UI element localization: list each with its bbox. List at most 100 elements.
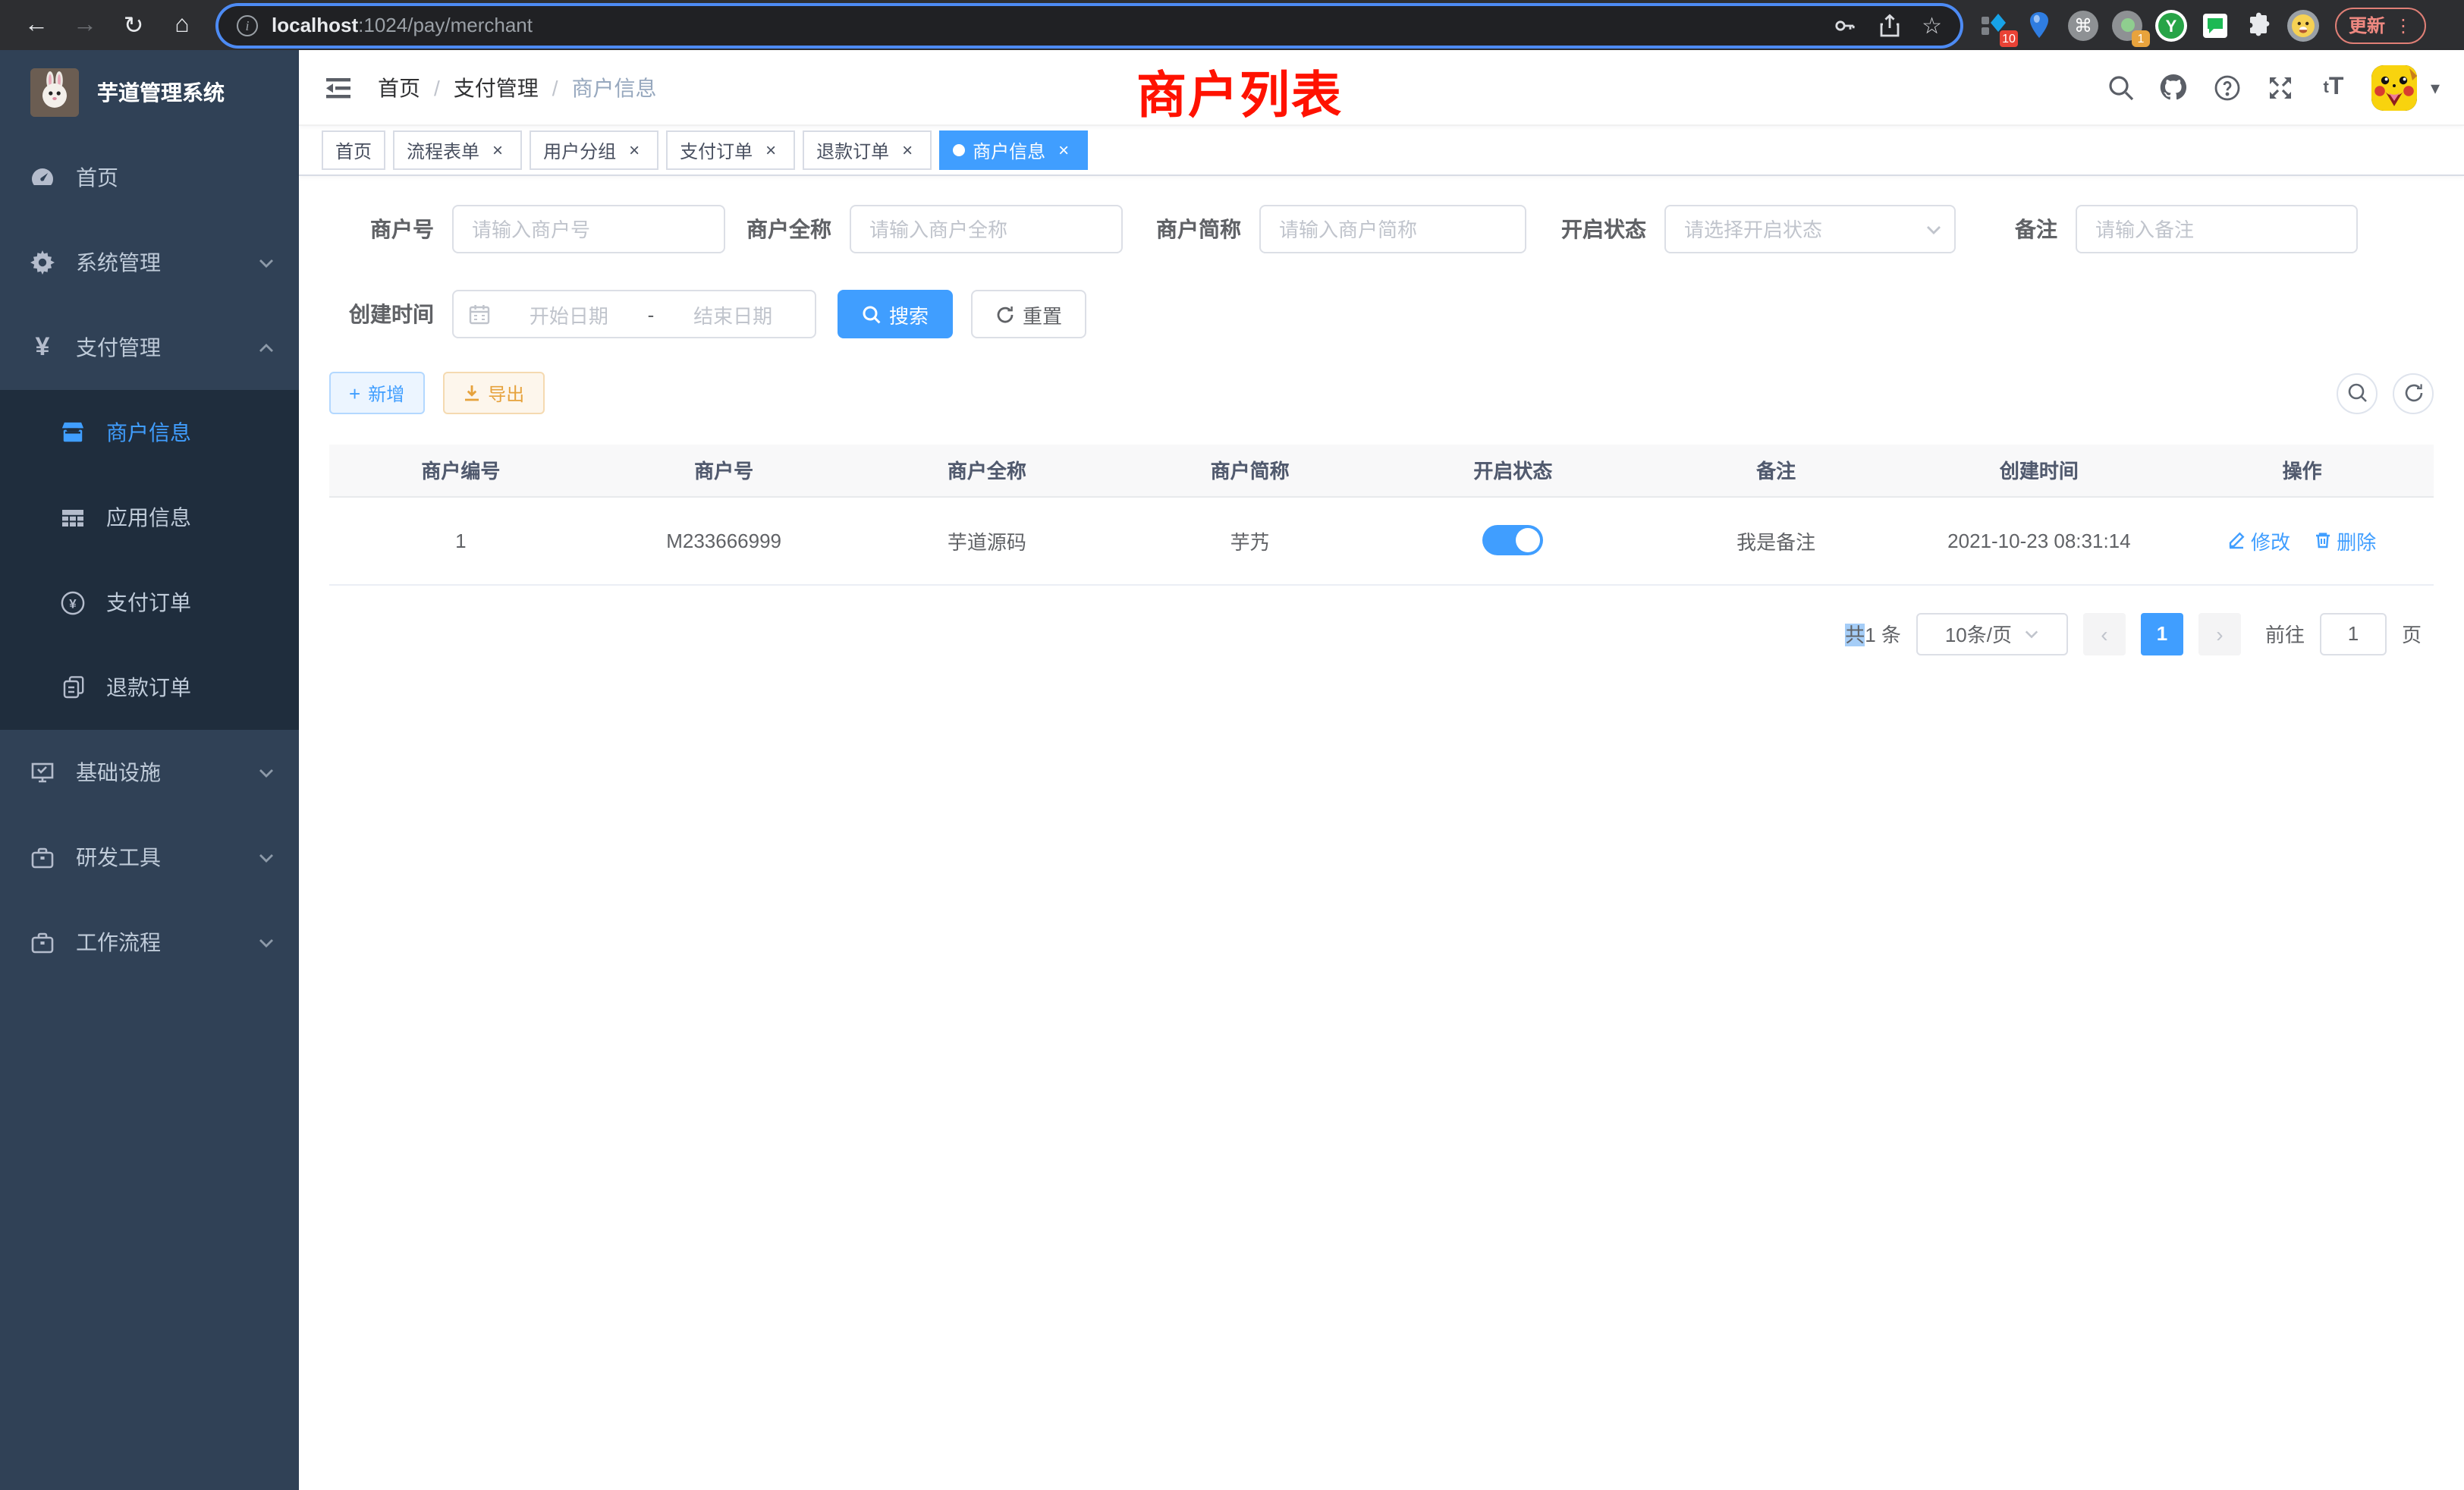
- extension-chat-icon[interactable]: [2198, 8, 2232, 42]
- browser-reload-icon[interactable]: ↻: [114, 5, 153, 45]
- remark-input[interactable]: [2076, 205, 2358, 253]
- sidebar-item-infrastructure[interactable]: 基础设施: [0, 730, 299, 815]
- tab-pay-order[interactable]: 支付订单 ×: [666, 130, 795, 170]
- breadcrumb-separator: /: [552, 75, 558, 99]
- browser-update-button[interactable]: 更新 ⋮: [2335, 7, 2426, 43]
- browser-forward-icon[interactable]: →: [65, 5, 105, 45]
- edit-label: 修改: [2251, 526, 2290, 555]
- extension-pin-icon[interactable]: [2022, 8, 2056, 42]
- status-select[interactable]: [1664, 205, 1956, 253]
- full-name-input[interactable]: [850, 205, 1123, 253]
- select-chevron-down-icon: [2024, 626, 2039, 641]
- create-time-label: 创建时间: [349, 299, 434, 329]
- short-name-input[interactable]: [1259, 205, 1526, 253]
- url-text: localhost:1024/pay/merchant: [272, 14, 1832, 36]
- chevron-down-icon: [258, 934, 275, 951]
- update-label: 更新: [2349, 12, 2385, 38]
- sidebar-toggle-icon[interactable]: [323, 72, 354, 102]
- delete-label: 删除: [2337, 526, 2376, 555]
- sidebar-item-system[interactable]: 系统管理: [0, 220, 299, 305]
- extensions-puzzle-icon[interactable]: [2242, 8, 2276, 42]
- reset-button[interactable]: 重置: [971, 290, 1086, 338]
- cell-full-name: 芋道源码: [856, 496, 1119, 584]
- breadcrumb-section[interactable]: 支付管理: [454, 72, 539, 102]
- sidebar-item-pay[interactable]: ¥ 支付管理: [0, 305, 299, 390]
- page-info-icon[interactable]: i: [237, 14, 258, 36]
- delete-link[interactable]: 删除: [2314, 526, 2376, 555]
- active-tab-dot: [953, 144, 965, 156]
- edit-link[interactable]: 修改: [2228, 526, 2290, 555]
- sidebar-item-refund-order[interactable]: 退款订单: [0, 645, 299, 730]
- breadcrumb-home[interactable]: 首页: [378, 72, 420, 102]
- status-toggle-on[interactable]: [1482, 525, 1543, 555]
- col-merchant-id: 商户编号: [329, 445, 592, 496]
- header-search-icon[interactable]: [2106, 72, 2136, 102]
- refresh-table-button[interactable]: [2393, 372, 2434, 413]
- sidebar-item-merchant-info[interactable]: 商户信息: [0, 390, 299, 475]
- goto-page-input[interactable]: [2320, 612, 2387, 655]
- user-avatar[interactable]: [2371, 64, 2417, 110]
- sidebar-item-dev-tools[interactable]: 研发工具: [0, 815, 299, 900]
- browser-back-icon[interactable]: ←: [17, 5, 56, 45]
- briefcase-icon: [30, 845, 55, 869]
- cell-merchant-no: M233666999: [592, 496, 856, 584]
- extension-y-icon[interactable]: Y: [2154, 8, 2188, 42]
- merchant-no-input[interactable]: [452, 205, 725, 253]
- tab-close-icon[interactable]: ×: [487, 140, 508, 161]
- sidebar-item-label: 系统管理: [76, 247, 258, 278]
- tab-close-icon[interactable]: ×: [1053, 140, 1074, 161]
- prev-page-button[interactable]: ‹: [2083, 612, 2126, 655]
- tab-merchant-info[interactable]: 商户信息 ×: [939, 130, 1088, 170]
- font-size-icon[interactable]: tT: [2318, 72, 2349, 102]
- profile-avatar-icon[interactable]: [2286, 8, 2320, 42]
- pagination-total: 共1 条: [1845, 619, 1901, 648]
- yen-icon: ¥: [30, 335, 55, 360]
- help-icon[interactable]: [2212, 72, 2242, 102]
- sidebar-item-label: 基础设施: [76, 757, 258, 787]
- browser-menu-icon[interactable]: ⋮: [2394, 14, 2412, 36]
- sidebar-item-label: 商户信息: [106, 417, 275, 448]
- goto-unit: 页: [2402, 619, 2422, 648]
- sidebar-logo[interactable]: 芋道管理系统: [0, 50, 299, 135]
- svg-text:¥: ¥: [69, 596, 77, 611]
- sidebar-item-home[interactable]: 首页: [0, 135, 299, 220]
- fullscreen-icon[interactable]: [2265, 72, 2296, 102]
- extension-diamond-icon[interactable]: 10: [1978, 8, 2012, 42]
- create-time-range-picker[interactable]: 开始日期 - 结束日期: [452, 290, 816, 338]
- browser-home-icon[interactable]: ⌂: [162, 5, 202, 45]
- tab-home[interactable]: 首页: [322, 130, 385, 170]
- share-icon[interactable]: [1878, 13, 1900, 37]
- tab-close-icon[interactable]: ×: [624, 140, 645, 161]
- page-number-button[interactable]: 1: [2141, 612, 2183, 655]
- extension-status-icon[interactable]: 1: [2110, 8, 2144, 42]
- next-page-button[interactable]: ›: [2198, 612, 2241, 655]
- password-key-icon[interactable]: [1832, 13, 1856, 37]
- trash-icon: [2314, 531, 2332, 549]
- bookmark-star-icon[interactable]: ☆: [1922, 11, 1942, 39]
- tab-user-group[interactable]: 用户分组 ×: [530, 130, 658, 170]
- store-icon: [61, 420, 85, 445]
- tab-close-icon[interactable]: ×: [897, 140, 918, 161]
- sidebar-item-label: 研发工具: [76, 842, 258, 872]
- sidebar-item-workflow[interactable]: 工作流程: [0, 900, 299, 985]
- table-header-row: 商户编号 商户号 商户全称 商户简称 开启状态 备注 创建时间 操作: [329, 445, 2434, 496]
- avatar-caret-down-icon[interactable]: ▾: [2431, 77, 2440, 98]
- tab-process-form[interactable]: 流程表单 ×: [393, 130, 522, 170]
- breadcrumb: 首页 / 支付管理 / 商户信息: [378, 72, 657, 102]
- filter-row-1: 商户号 商户全称 商户简称 开启状态 备注: [349, 205, 2434, 253]
- add-button[interactable]: + 新增: [329, 372, 424, 414]
- export-button[interactable]: 导出: [442, 372, 544, 414]
- extension-command-icon[interactable]: ⌘: [2066, 8, 2100, 42]
- search-button[interactable]: 搜索: [838, 290, 953, 338]
- address-bar[interactable]: i localhost:1024/pay/merchant ☆: [218, 5, 1960, 45]
- toggle-search-button[interactable]: [2337, 372, 2378, 413]
- sidebar-item-pay-order[interactable]: ¥ 支付订单: [0, 560, 299, 645]
- total-suffix: 条: [1881, 624, 1901, 646]
- status-select-input[interactable]: [1664, 205, 1956, 253]
- page-size-select[interactable]: 10条/页: [1916, 612, 2068, 655]
- sidebar-item-app-info[interactable]: 应用信息: [0, 475, 299, 560]
- github-icon[interactable]: [2159, 72, 2189, 102]
- full-name-label: 商户全称: [746, 214, 831, 244]
- tab-refund-order[interactable]: 退款订单 ×: [803, 130, 932, 170]
- tab-close-icon[interactable]: ×: [760, 140, 781, 161]
